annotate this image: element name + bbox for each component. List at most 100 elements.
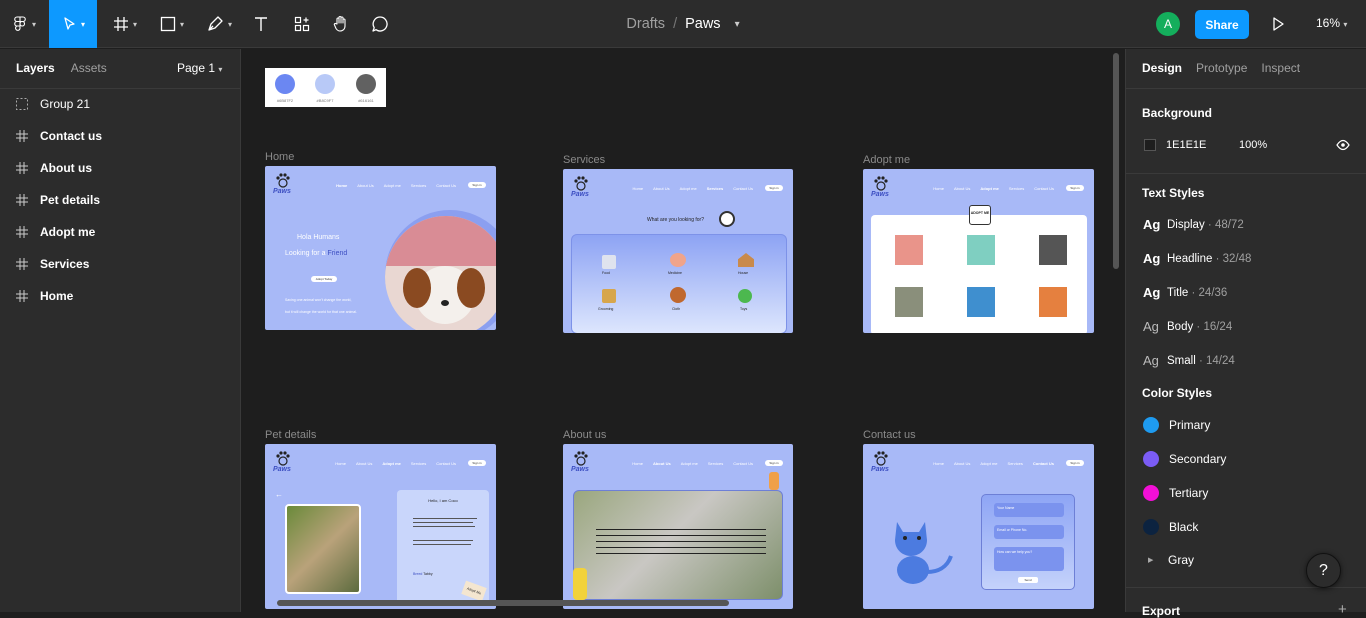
color-style-secondary[interactable]: Secondary [1143, 451, 1226, 467]
signin-button: Sign in [468, 182, 486, 188]
color-style-group-gray[interactable]: Gray [1168, 553, 1194, 567]
layer-item-home[interactable]: Home [16, 286, 73, 306]
text-style-name: Display [1167, 218, 1205, 231]
pet-photo [967, 287, 995, 317]
text-style-body[interactable]: Ag Body · 16/24 [1143, 319, 1232, 334]
chevron-down-icon[interactable]: ▾ [735, 19, 740, 30]
palette-label: #616161 [358, 98, 374, 103]
layer-item-services[interactable]: Services [16, 254, 89, 274]
cat-illustration-icon [769, 472, 779, 490]
service-label: Cloth [672, 307, 681, 311]
layer-item-group-21[interactable]: Group 21 [16, 94, 90, 114]
text-style-title[interactable]: Ag Title · 24/36 [1143, 285, 1227, 300]
tab-design[interactable]: Design [1142, 61, 1182, 75]
tab-inspect[interactable]: Inspect [1261, 61, 1300, 75]
tab-prototype[interactable]: Prototype [1196, 61, 1247, 75]
frame-nav: Home About Us Adopt me Services Contact … [933, 461, 1054, 466]
frame-label-adopt-me[interactable]: Adopt me [863, 154, 910, 166]
frame-label-home[interactable]: Home [265, 151, 294, 163]
about-image [573, 490, 783, 600]
horizontal-scrollbar[interactable] [277, 600, 729, 606]
page-selector[interactable]: Page 1 ▾ [177, 61, 222, 75]
share-button[interactable]: Share [1195, 10, 1249, 39]
layer-item-about-us[interactable]: About us [16, 158, 92, 178]
services-question: What are you looking for? [647, 217, 704, 223]
signin-button: Sign in [765, 460, 783, 466]
breadcrumb-drafts[interactable]: Drafts [626, 16, 665, 32]
brand-logo-text: Paws [871, 466, 889, 473]
layer-item-pet-details[interactable]: Pet details [16, 190, 100, 210]
email-field: Email or Phone No. [994, 525, 1064, 539]
text-style-headline[interactable]: Ag Headline · 32/48 [1143, 251, 1251, 266]
frame-adopt-me[interactable]: Paws Home About Us Adopt me Services Con… [863, 169, 1094, 333]
pets-grid [871, 215, 1087, 333]
present-button[interactable] [1268, 14, 1288, 39]
background-hex[interactable]: 1E1E1E [1166, 139, 1206, 151]
tab-assets[interactable]: Assets [71, 61, 107, 75]
text-style-small[interactable]: Ag Small · 14/24 [1143, 353, 1235, 368]
file-name[interactable]: Paws [685, 16, 720, 32]
hero-line-2: but it will change the world for that on… [285, 310, 357, 314]
divider [1126, 173, 1366, 174]
frame-icon [16, 290, 28, 302]
service-label: Toys [740, 307, 748, 311]
zoom-value: 16% [1316, 16, 1341, 30]
frame-about-us[interactable]: Paws Home About Us Adopt me Services Con… [563, 444, 793, 609]
nav-home: Home [336, 183, 348, 188]
layer-label: Pet details [40, 193, 101, 207]
nav-contact: Contact Us [733, 186, 753, 191]
person-illustration-icon [573, 568, 587, 600]
frame-home[interactable]: Paws Home About Us Adopt me Services Con… [265, 166, 496, 330]
avatar[interactable]: A [1156, 12, 1180, 36]
text-style-name: Headline [1167, 252, 1213, 265]
frame-label-pet-details[interactable]: Pet details [265, 429, 316, 441]
frame-icon [16, 258, 28, 270]
nav-services: Services [410, 183, 427, 188]
pet-photo [1039, 235, 1067, 265]
text-style-size: · 14/24 [1195, 354, 1235, 367]
frame-icon [16, 194, 28, 206]
nav-about: About Us [953, 461, 971, 466]
tab-layers[interactable]: Layers [16, 61, 55, 75]
color-swatch [1143, 417, 1159, 433]
contact-form: Your Name Email or Phone No. How can we … [981, 494, 1075, 590]
breed-label: Breed [413, 572, 423, 576]
chevron-right-icon[interactable]: ▶ [1148, 556, 1153, 564]
nav-adopt: Adopt me [679, 186, 697, 191]
add-export-icon[interactable]: + [1338, 601, 1347, 618]
adopt-me-badge: ADOPT ME [969, 205, 991, 225]
send-button: Send [1018, 577, 1038, 583]
color-style-primary[interactable]: Primary [1143, 417, 1210, 433]
text-style-display[interactable]: Ag Display · 48/72 [1143, 217, 1244, 232]
zoom-control[interactable]: 16% ▾ [1316, 16, 1347, 30]
nav-about: About Us [953, 186, 971, 191]
frame-contact-us[interactable]: Paws Home About Us Adopt me Services Con… [863, 444, 1094, 609]
eye-icon[interactable] [1336, 138, 1350, 152]
nav-services: Services [1007, 461, 1023, 466]
frame-label-about-us[interactable]: About us [563, 429, 606, 441]
frame-pet-details[interactable]: Paws Home About Us Adopt me Services Con… [265, 444, 496, 609]
nav-services: Services [707, 461, 724, 466]
layer-item-adopt-me[interactable]: Adopt me [16, 222, 95, 242]
background-opacity[interactable]: 100% [1239, 139, 1267, 151]
color-styles-section-title: Color Styles [1142, 386, 1213, 400]
layer-label: About us [40, 161, 92, 175]
nav-home: Home [933, 461, 944, 466]
cat-illustration-icon [895, 522, 953, 584]
canvas[interactable]: #6B87F2 #B8C9F7 #616161 Home Paws Home A… [241, 49, 1125, 612]
frame-label-contact-us[interactable]: Contact us [863, 429, 916, 441]
background-swatch[interactable] [1144, 139, 1156, 151]
text-style-name: Body [1167, 320, 1194, 333]
color-style-name: Gray [1168, 553, 1195, 567]
message-field: How can we help you? [994, 547, 1064, 571]
color-style-black[interactable]: Black [1143, 519, 1198, 535]
frame-label-services[interactable]: Services [563, 154, 605, 166]
layer-item-contact-us[interactable]: Contact us [16, 126, 102, 146]
back-arrow-icon: ← [275, 490, 283, 499]
vertical-scrollbar[interactable] [1113, 53, 1119, 269]
help-button[interactable]: ? [1306, 553, 1341, 588]
breadcrumb-separator: / [673, 16, 678, 32]
frame-services[interactable]: Paws Home About Us Adopt me Services Con… [563, 169, 793, 333]
color-palette-group[interactable]: #6B87F2 #B8C9F7 #616161 [265, 68, 386, 107]
color-style-tertiary[interactable]: Tertiary [1143, 485, 1208, 501]
